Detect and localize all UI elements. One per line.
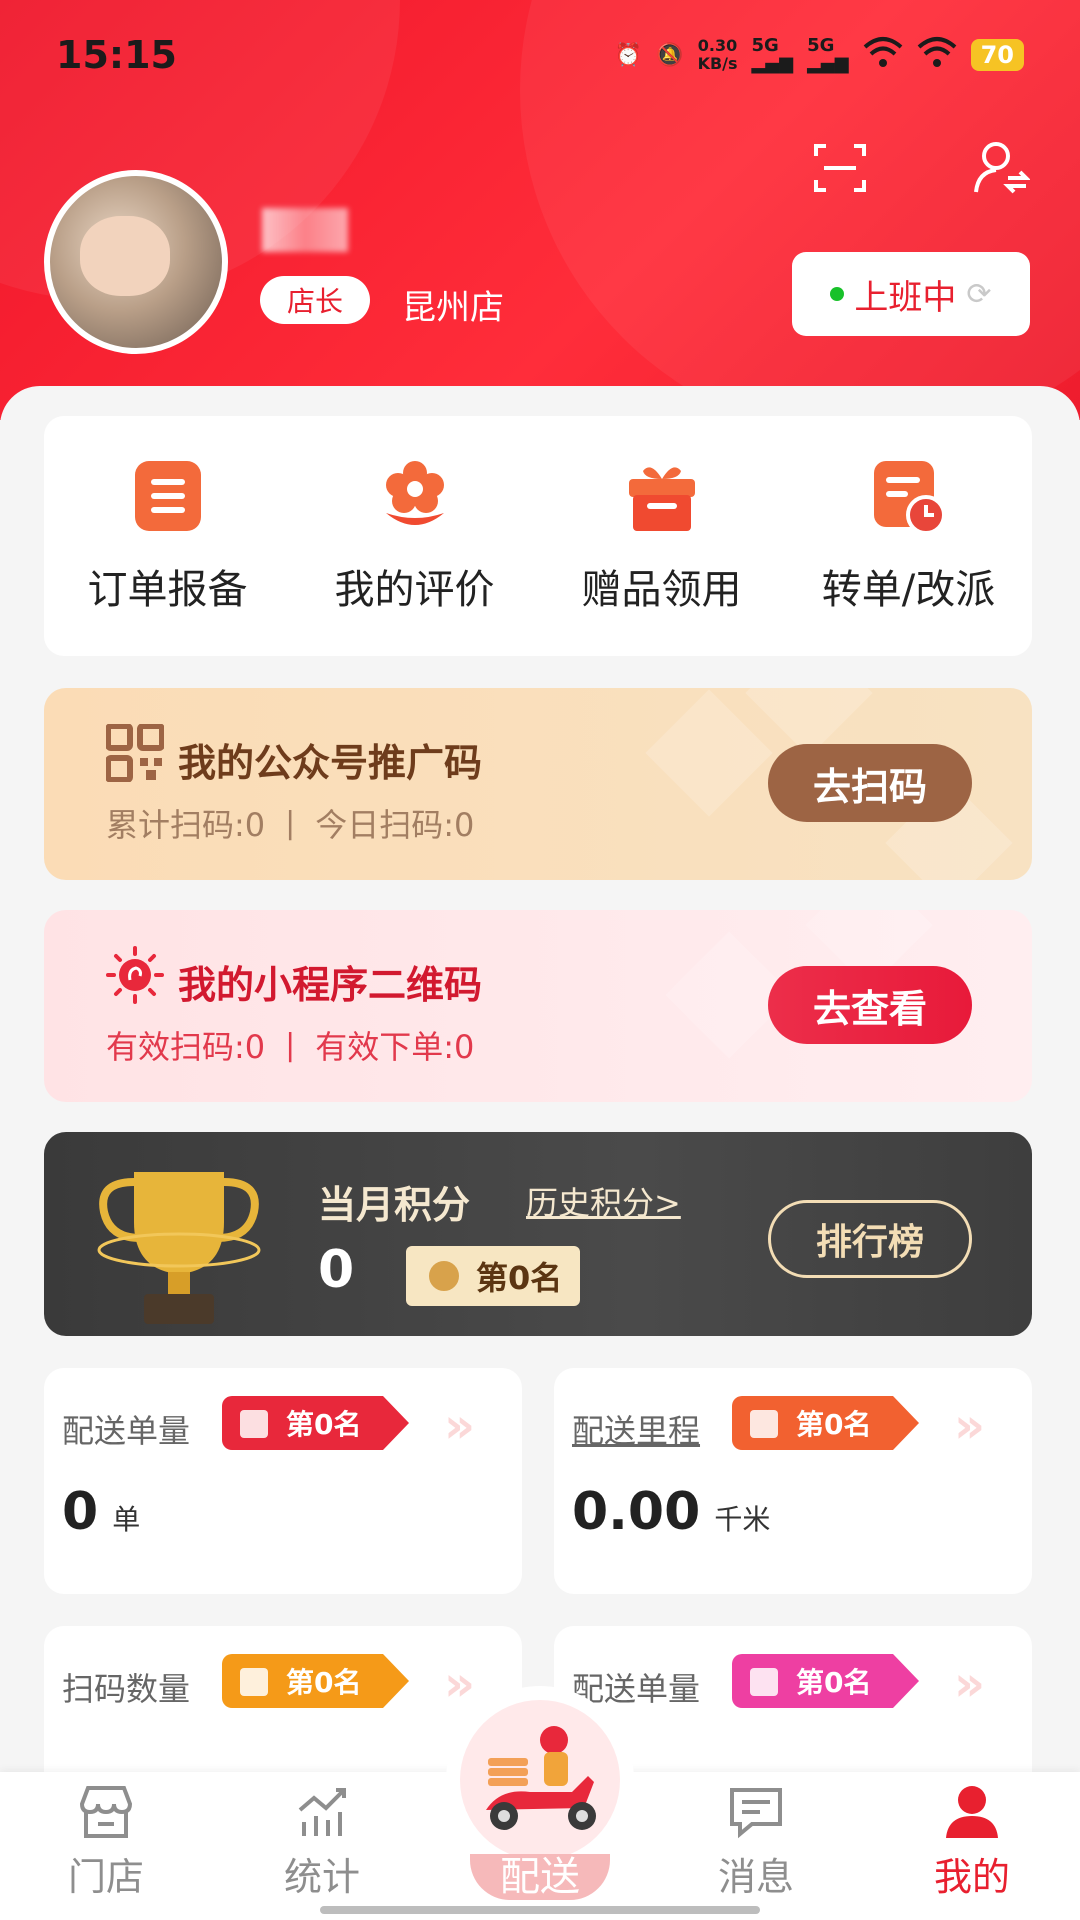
status-time: 15:15: [56, 33, 177, 77]
quick-actions: 订单报备 我的评价 赠品领用 转单/改派: [44, 416, 1032, 656]
stat-card-delivery-distance[interactable]: 配送里程 第0名 » 0.00 千米: [554, 1368, 1032, 1594]
duty-status-button[interactable]: 上班中 ⟳: [792, 252, 1030, 336]
trophy-icon: [97, 1172, 261, 1324]
order-report-icon: [134, 461, 201, 531]
chevron-decoration-icon: »: [954, 1398, 986, 1454]
monthly-points-title: 当月积分: [318, 1183, 471, 1227]
go-view-button[interactable]: 去查看: [768, 966, 972, 1044]
valid-scan-count: 有效扫码:0: [106, 1028, 266, 1066]
stat-value: 0.00 千米: [572, 1482, 771, 1542]
user-icon: [946, 1786, 998, 1838]
store-name: 昆州店: [402, 288, 504, 328]
battery-indicator: 70: [970, 39, 1024, 71]
alarm-icon: ⏰: [614, 42, 643, 68]
go-scan-button[interactable]: 去扫码: [768, 744, 972, 822]
wifi-icon: [863, 35, 903, 75]
delivery-scooter-icon: [486, 1726, 596, 1830]
divider: |: [285, 805, 296, 841]
role-badge: 店长: [260, 276, 370, 324]
scan-frame-icon: [240, 1668, 268, 1696]
document-icon: [240, 1410, 268, 1438]
wifi-icon: [917, 35, 957, 75]
tab-message[interactable]: 消息: [686, 1782, 826, 1901]
net-speed: 0.30 KB/s: [697, 36, 738, 73]
stat-rank-badge: 第0名: [732, 1654, 921, 1708]
quick-action-my-reviews[interactable]: 我的评价: [295, 457, 535, 615]
qr-code-icon: [106, 724, 164, 782]
home-indicator[interactable]: [320, 1906, 760, 1914]
stat-title: 扫码数量: [62, 1670, 191, 1708]
refresh-icon: ⟳: [966, 276, 992, 312]
duty-status-label: 上班中: [854, 277, 957, 318]
monthly-points-value: 0: [318, 1240, 355, 1300]
mute-icon: 🔕: [656, 42, 684, 68]
points-rank-tag: 第0名: [406, 1246, 581, 1306]
online-dot-icon: [830, 287, 845, 301]
sim2-signal-icon: 5G ▂▄▆: [807, 35, 849, 74]
official-account-qr-banner[interactable]: 我的公众号推广码 累计扫码:0 | 今日扫码:0 去扫码: [44, 688, 1032, 880]
valid-order-count: 有效下单:0: [315, 1028, 475, 1066]
account-switch-icon[interactable]: [970, 138, 1031, 198]
chevron-decoration-icon: »: [444, 1398, 476, 1454]
chart-icon: [750, 1668, 778, 1696]
history-points-link[interactable]: 历史积分>: [526, 1178, 681, 1224]
leaderboard-button[interactable]: 排行榜: [768, 1200, 972, 1278]
quick-action-order-report[interactable]: 订单报备: [48, 457, 288, 615]
quick-action-gift-claim[interactable]: 赠品领用: [542, 457, 782, 615]
monthly-points-card: 当月积分 历史积分> 0 第0名 排行榜: [44, 1132, 1032, 1336]
stat-title: 配送单量: [62, 1412, 191, 1450]
stat-value: 0单: [62, 1482, 141, 1542]
tab-delivery[interactable]: [446, 1686, 634, 1874]
total-scan-count: 累计扫码:0: [106, 806, 266, 844]
chevron-decoration-icon: »: [954, 1656, 986, 1712]
chevron-decoration-icon: »: [444, 1656, 476, 1712]
stat-card-delivery-orders[interactable]: 配送单量 第0名 » 0单: [44, 1368, 522, 1594]
tab-store[interactable]: 门店: [36, 1782, 176, 1901]
gift-icon: [628, 467, 695, 531]
sim1-signal-icon: 5G ▂▄▆: [751, 35, 794, 74]
today-scan-count: 今日扫码:0: [315, 806, 475, 844]
stat-rank-badge: 第0名: [732, 1396, 921, 1450]
coin-icon: [426, 1258, 462, 1294]
stat-rank-badge: 第0名: [222, 1396, 411, 1450]
stats-chart-icon: [298, 1788, 346, 1836]
mini-program-qr-banner[interactable]: 我的小程序二维码 有效扫码:0 | 有效下单:0 去查看: [44, 910, 1032, 1102]
mini-program-icon: [106, 946, 164, 1004]
quick-action-reassign[interactable]: 转单/改派: [789, 457, 1029, 615]
status-bar: 15:15 ⏰ 🔕 0.30 KB/s 5G ▂▄▆ 5G ▂▄▆ 70: [0, 0, 1080, 110]
avatar[interactable]: [44, 170, 228, 354]
stat-title: 配送里程: [572, 1412, 701, 1450]
tab-mine[interactable]: 我的: [902, 1782, 1042, 1901]
scooter-icon: [750, 1410, 778, 1438]
store-icon: [79, 1786, 133, 1838]
scan-icon[interactable]: [810, 138, 870, 198]
tab-stats[interactable]: 统计: [252, 1782, 392, 1901]
message-icon: [730, 1788, 782, 1839]
mini-qr-title: 我的小程序二维码: [178, 963, 483, 1007]
flower-review-icon: [385, 461, 444, 525]
divider: |: [285, 1027, 296, 1063]
user-name-blurred: [262, 208, 348, 252]
stat-rank-badge: 第0名: [222, 1654, 411, 1708]
reassign-clock-icon: [873, 461, 946, 535]
official-qr-title: 我的公众号推广码: [178, 741, 483, 785]
